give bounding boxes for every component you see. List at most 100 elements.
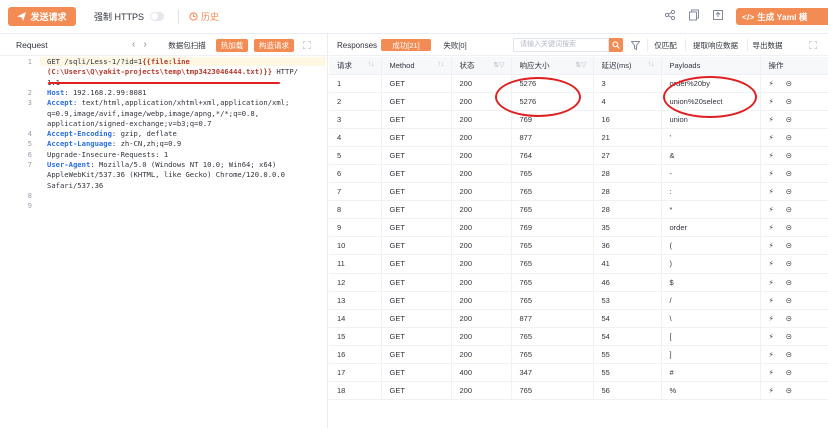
cell-delay: 55 xyxy=(593,345,662,365)
arrow-right-circle-icon[interactable]: ⊝ xyxy=(786,368,792,377)
expand-icon[interactable] xyxy=(809,41,817,49)
cell-method: GET xyxy=(381,291,452,310)
table-row[interactable]: 4 GET 200 877 21 ' ⚡ ⊝ xyxy=(329,128,828,147)
chevron-left-icon[interactable]: ‹ xyxy=(132,39,135,50)
col-request[interactable]: 请求 ↑↓ xyxy=(329,57,382,75)
data-packet-scan-button[interactable]: 数据包扫描 xyxy=(167,39,207,52)
table-row[interactable]: 18 GET 200 765 56% ⚡ ⊝ xyxy=(329,381,828,401)
arrow-right-circle-icon[interactable]: ⊝ xyxy=(786,332,792,341)
table-row[interactable]: 13 GET 200 765 53/⚡ ⊝ xyxy=(329,291,828,310)
flash-icon[interactable]: ⚡ xyxy=(769,79,774,88)
arrow-right-circle-icon[interactable]: ⊝ xyxy=(786,241,792,250)
flash-icon[interactable]: ⚡ xyxy=(769,350,774,359)
code-token: : 192.168.2.99:8081 xyxy=(64,87,147,97)
cell-method: GET xyxy=(381,236,452,256)
table-row[interactable]: 10 GET 200 765 36(⚡ ⊝ xyxy=(329,236,828,256)
line-number: 2 xyxy=(27,87,32,97)
arrow-right-circle-icon[interactable]: ⊝ xyxy=(786,115,792,124)
search-button[interactable] xyxy=(609,38,623,52)
table-row[interactable]: 17 GET 400 347 55 # ⚡ ⊝ xyxy=(329,363,828,383)
build-request-button[interactable]: 构造请求 xyxy=(254,39,294,52)
flash-icon[interactable]: ⚡ xyxy=(769,259,774,268)
tab-success[interactable]: 成功[21] xyxy=(381,39,431,51)
table-row[interactable]: 16 GET 200 765 55] ⚡ ⊝ xyxy=(329,345,828,365)
arrow-right-circle-icon[interactable]: ⊝ xyxy=(786,223,792,232)
flash-icon[interactable]: ⚡ xyxy=(769,368,774,377)
copy-icon[interactable] xyxy=(688,9,700,21)
line-number: 8 xyxy=(27,190,32,200)
arrow-right-circle-icon[interactable]: ⊝ xyxy=(786,79,792,88)
table-row[interactable]: 11 GET 200 765 41) ⚡ ⊝ xyxy=(329,254,828,274)
force-https-toggle[interactable] xyxy=(150,12,165,21)
filter-icon[interactable] xyxy=(631,41,640,50)
cell-payload: & xyxy=(661,146,761,165)
col-size[interactable]: 响应大小 ⇅▽ xyxy=(511,57,594,75)
cell-id: 9 xyxy=(329,218,382,238)
table-row[interactable]: 3 GET 200 769 16 union ⚡ ⊝ xyxy=(329,110,828,129)
export-icon[interactable] xyxy=(712,9,724,21)
table-row[interactable]: 6 GET 200 765 28- ⚡ ⊝ xyxy=(329,164,828,184)
table-row[interactable]: 15 GET 200 765 54[⚡ ⊝ xyxy=(329,327,828,346)
line-number: 6 xyxy=(27,149,32,159)
col-status[interactable]: 状态 ⇅▽ xyxy=(451,57,512,75)
arrow-right-circle-icon[interactable]: ⊝ xyxy=(786,133,792,142)
flash-icon[interactable]: ⚡ xyxy=(769,187,774,196)
arrow-right-circle-icon[interactable]: ⊝ xyxy=(786,97,792,106)
arrow-right-circle-icon[interactable]: ⊝ xyxy=(786,151,792,160)
cell-method: GET xyxy=(381,74,452,93)
cell-actions: ⚡ ⊝ xyxy=(760,218,828,238)
hot-load-button[interactable]: 热加载 xyxy=(216,39,248,52)
flash-icon[interactable]: ⚡ xyxy=(769,97,774,106)
cell-payload: / xyxy=(661,291,761,310)
table-row[interactable]: 12 GET 200 765 46 $ ⚡ ⊝ xyxy=(329,273,828,292)
code-icon: </> xyxy=(742,11,755,22)
history-button[interactable]: 历史 xyxy=(189,10,219,23)
cell-method: GET xyxy=(381,381,452,401)
flash-icon[interactable]: ⚡ xyxy=(769,205,774,214)
cell-id: 8 xyxy=(329,200,382,220)
flash-icon[interactable]: ⚡ xyxy=(769,314,774,323)
table-row[interactable]: 8 GET 200 765 28 * ⚡ ⊝ xyxy=(329,200,828,220)
chevron-right-icon[interactable]: › xyxy=(143,39,146,50)
table-row[interactable]: 5 GET 200 764 27 & ⚡ ⊝ xyxy=(329,146,828,165)
code-line: (C:\Users\Q\yakit-projects\temp\tmp34230… xyxy=(0,67,327,77)
expand-icon[interactable] xyxy=(303,41,311,49)
export-data-button[interactable]: 导出数据 xyxy=(747,39,787,51)
search-input[interactable]: 请输入关键词搜索 xyxy=(513,38,609,52)
flash-icon[interactable]: ⚡ xyxy=(769,332,774,341)
arrow-right-circle-icon[interactable]: ⊝ xyxy=(786,314,792,323)
sort-icon: ⇅▽ xyxy=(493,62,505,69)
flash-icon[interactable]: ⚡ xyxy=(769,115,774,124)
flash-icon[interactable]: ⚡ xyxy=(769,278,774,287)
arrow-right-circle-icon[interactable]: ⊝ xyxy=(786,205,792,214)
table-row[interactable]: 14 GET 200 877 54 \ ⚡ ⊝ xyxy=(329,309,828,328)
col-method[interactable]: Method ↑↓ xyxy=(381,57,452,75)
table-row[interactable]: 9 GET 200 769 35 order ⚡ ⊝ xyxy=(329,218,828,238)
flash-icon[interactable]: ⚡ xyxy=(769,241,774,250)
responses-header: Responses 成功[21] 失败[0] 请输入关键词搜索 仅匹配 提取响应… xyxy=(329,34,828,56)
arrow-right-circle-icon[interactable]: ⊝ xyxy=(786,278,792,287)
tab-fail[interactable]: 失败[0] xyxy=(433,39,477,51)
flash-icon[interactable]: ⚡ xyxy=(769,223,774,232)
cell-payload: : xyxy=(661,182,761,202)
flash-icon[interactable]: ⚡ xyxy=(769,386,774,395)
share-icon[interactable] xyxy=(664,9,676,21)
flash-icon[interactable]: ⚡ xyxy=(769,169,774,178)
flash-icon[interactable]: ⚡ xyxy=(769,296,774,305)
arrow-right-circle-icon[interactable]: ⊝ xyxy=(786,169,792,178)
arrow-right-circle-icon[interactable]: ⊝ xyxy=(786,187,792,196)
match-only-button[interactable]: 仅匹配 xyxy=(647,39,683,51)
cell-size: 765 xyxy=(511,291,594,310)
arrow-right-circle-icon[interactable]: ⊝ xyxy=(786,296,792,305)
arrow-right-circle-icon[interactable]: ⊝ xyxy=(786,386,792,395)
code-line: 7 User-Agent: Mozilla/5.0 (Windows NT 10.… xyxy=(0,160,327,170)
table-row[interactable]: 7 GET 200 765 28: ⚡ ⊝ xyxy=(329,182,828,202)
extract-response-button[interactable]: 提取响应数据 xyxy=(685,39,745,51)
send-request-button[interactable]: 发送请求 xyxy=(8,7,76,26)
flash-icon[interactable]: ⚡ xyxy=(769,133,774,142)
arrow-right-circle-icon[interactable]: ⊝ xyxy=(786,350,792,359)
col-delay[interactable]: 延迟(ms) ↑↓ xyxy=(593,57,662,75)
arrow-right-circle-icon[interactable]: ⊝ xyxy=(786,259,792,268)
generate-yaml-button[interactable]: </> 生成 Yaml 模 xyxy=(736,8,828,25)
flash-icon[interactable]: ⚡ xyxy=(769,151,774,160)
